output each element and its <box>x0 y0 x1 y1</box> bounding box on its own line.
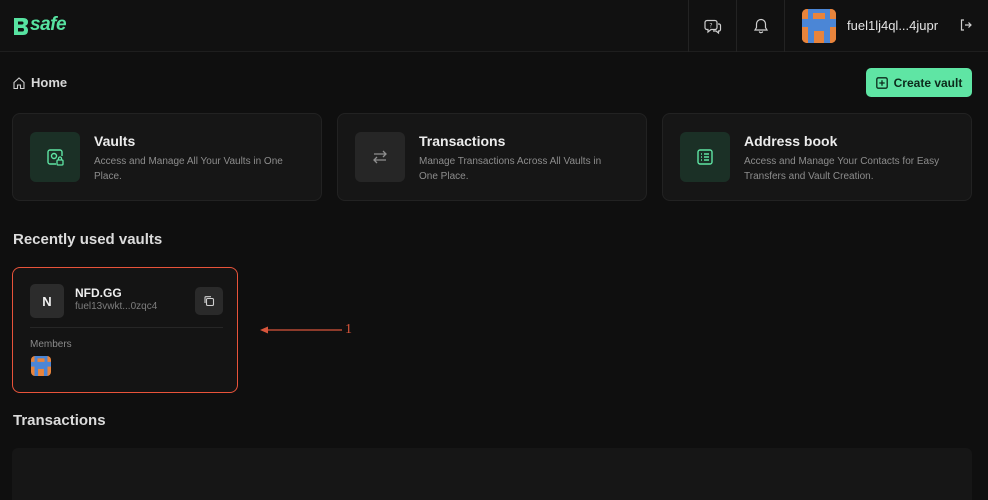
bell-icon <box>753 18 768 34</box>
card-vaults[interactable]: Vaults Access and Manage All Your Vaults… <box>12 113 322 201</box>
user-address: fuel1lj4ql...4jupr <box>847 18 939 33</box>
card-description: Manage Transactions Across All Vaults in… <box>419 156 602 182</box>
logo-text: safe <box>30 14 67 35</box>
create-vault-label: Create vault <box>893 75 963 90</box>
logout-icon[interactable] <box>959 18 973 32</box>
transactions-title: Transactions <box>13 412 106 429</box>
logo-mark-icon <box>14 18 28 35</box>
vault-address: fuel13vwkt...0zqc4 <box>75 301 158 312</box>
divider <box>30 327 223 328</box>
vault-card-nfd-gg[interactable]: N NFD.GG fuel13vwkt...0zqc4 Members <box>12 267 238 393</box>
vault-icon <box>30 132 80 182</box>
vault-name: NFD.GG <box>75 286 122 300</box>
transactions-panel <box>12 448 972 500</box>
user-avatar <box>802 9 836 43</box>
help-button[interactable]: ? <box>688 0 736 52</box>
card-description: Access and Manage Your Contacts for Easy… <box>744 156 940 182</box>
card-title: Vaults <box>94 133 136 149</box>
breadcrumb[interactable]: Home <box>12 75 67 90</box>
card-transactions[interactable]: Transactions Manage Transactions Across … <box>337 113 647 201</box>
home-icon <box>13 76 25 89</box>
notifications-button[interactable] <box>736 0 784 52</box>
annotation-arrow-icon <box>260 326 342 334</box>
help-chat-icon: ? <box>703 19 721 35</box>
card-title: Transactions <box>419 133 506 149</box>
copy-address-button[interactable] <box>195 287 223 315</box>
create-vault-button[interactable]: Create vault <box>866 68 972 97</box>
vault-initial-badge: N <box>30 284 64 318</box>
card-address-book[interactable]: Address book Access and Manage Your Cont… <box>662 113 972 201</box>
list-icon <box>680 132 730 182</box>
plus-square-icon <box>875 76 888 89</box>
transfer-icon <box>355 132 405 182</box>
bako-safe-logo[interactable]: safe <box>13 14 67 36</box>
card-title: Address book <box>744 133 838 149</box>
card-description: Access and Manage All Your Vaults in One… <box>94 156 283 182</box>
annotation-number: 1 <box>345 322 352 337</box>
copy-icon <box>204 296 215 307</box>
members-label: Members <box>30 339 72 350</box>
member-avatar <box>31 356 51 376</box>
breadcrumb-home[interactable]: Home <box>31 75 67 90</box>
user-menu[interactable]: fuel1lj4ql...4jupr <box>784 0 988 52</box>
recent-vaults-title: Recently used vaults <box>13 231 163 248</box>
svg-text:?: ? <box>709 23 712 30</box>
top-header: safe ? fuel1lj4ql...4jupr <box>0 0 988 52</box>
